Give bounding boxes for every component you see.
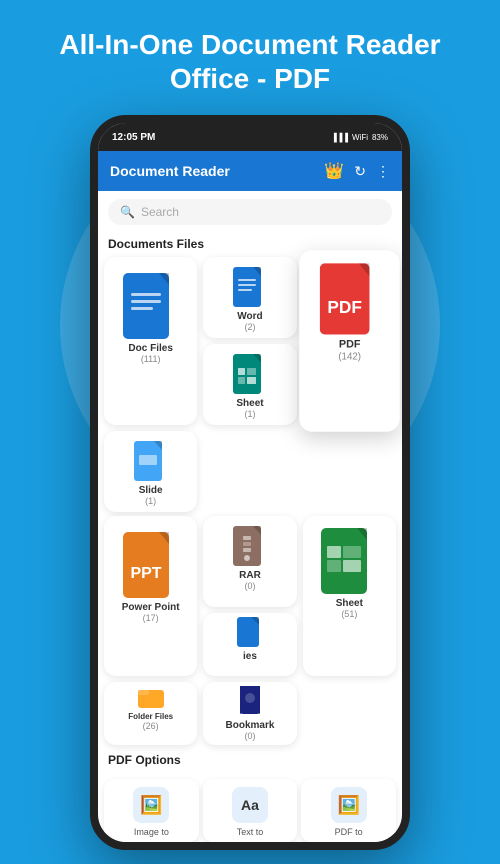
word-card[interactable]: Word (2) xyxy=(203,257,296,338)
sheet-small-icon xyxy=(233,354,267,394)
rar-count: (0) xyxy=(244,581,255,591)
pdf-file-icon: PDF xyxy=(319,263,379,334)
text-to-label: Text to xyxy=(237,827,264,837)
ies-card[interactable]: ies xyxy=(203,613,296,676)
status-bar: 12:05 PM ▐▐▐ WiFi 83% xyxy=(98,123,402,151)
app-title: Document Reader xyxy=(110,163,230,179)
sheet-small-count: (1) xyxy=(244,409,255,419)
signal-icon: ▐▐▐ xyxy=(331,133,348,142)
folder-label: Folder Files xyxy=(128,712,173,721)
slide-label: Slide xyxy=(139,485,163,496)
pdf-to-icon: 🖼️ xyxy=(331,787,367,823)
slide-file-icon xyxy=(134,441,168,481)
more-icon[interactable]: ⋮ xyxy=(376,163,390,180)
folder-count: (26) xyxy=(143,721,159,731)
pdf-card[interactable]: PDF PDF (142) xyxy=(299,250,400,431)
pdf-label: PDF xyxy=(339,339,361,351)
svg-text:PPT: PPT xyxy=(130,565,161,582)
doc-files-label: Doc Files xyxy=(128,343,172,354)
phone-frame: 12:05 PM ▐▐▐ WiFi 83% Document Reader 👑 … xyxy=(90,115,410,850)
phone-container: 12:05 PM ▐▐▐ WiFi 83% Document Reader 👑 … xyxy=(0,115,500,850)
ies-icon xyxy=(237,617,263,647)
search-bar[interactable]: 🔍 Search xyxy=(108,199,392,225)
word-file-icon xyxy=(233,267,267,307)
powerpoint-card[interactable]: PPT Power Point (17) xyxy=(104,516,197,676)
slide-card[interactable]: Slide (1) xyxy=(104,431,197,512)
rar-file-icon xyxy=(233,526,267,566)
word-label: Word xyxy=(237,311,262,322)
text-to-card[interactable]: Aa Text to xyxy=(203,779,298,842)
bookmark-icon xyxy=(238,686,262,716)
status-time: 12:05 PM xyxy=(112,132,155,143)
crown-icon[interactable]: 👑 xyxy=(324,161,344,181)
image-to-label: Image to xyxy=(134,827,169,837)
sheet-large-label: Sheet xyxy=(336,598,363,609)
powerpoint-count: (17) xyxy=(143,613,159,623)
pdf-section-title: PDF Options xyxy=(98,749,402,773)
search-icon: 🔍 xyxy=(120,205,135,219)
wifi-icon: WiFi xyxy=(352,133,368,142)
folder-card[interactable]: Folder Files (26) xyxy=(104,682,197,745)
text-to-icon: Aa xyxy=(232,787,268,823)
battery-icon: 83% xyxy=(372,133,388,142)
svg-text:PDF: PDF xyxy=(327,297,362,317)
sheet-small-label: Sheet xyxy=(236,398,263,409)
sheet-small-card[interactable]: Sheet (1) xyxy=(203,344,296,425)
rar-card[interactable]: RAR (0) xyxy=(203,516,296,607)
ppt-file-icon: PPT xyxy=(123,532,179,598)
header-title: All-In-One Document Reader Office - PDF xyxy=(0,0,500,115)
image-to-icon: 🖼️ xyxy=(133,787,169,823)
status-icons: ▐▐▐ WiFi 83% xyxy=(331,133,388,142)
app-bar-icons: 👑 ↻ ⋮ xyxy=(324,161,390,181)
ies-label: ies xyxy=(243,651,257,662)
powerpoint-label: Power Point xyxy=(122,602,180,613)
search-placeholder: Search xyxy=(141,205,179,219)
pdf-options-row: 🖼️ Image to Aa Text to 🖼️ PDF to xyxy=(98,773,402,842)
sheet-large-count: (51) xyxy=(341,609,357,619)
page-wrapper: All-In-One Document Reader Office - PDF … xyxy=(0,0,500,850)
pdf-count: (142) xyxy=(338,351,361,362)
sheet-large-icon xyxy=(321,528,377,594)
folder-icon xyxy=(138,686,164,708)
pdf-to-label: PDF to xyxy=(335,827,363,837)
slide-count: (1) xyxy=(145,496,156,506)
doc-files-card[interactable]: Doc Files (111) xyxy=(104,257,197,425)
doc-file-icon xyxy=(123,273,179,339)
image-to-card[interactable]: 🖼️ Image to xyxy=(104,779,199,842)
sheet-large-card[interactable]: Sheet (51) xyxy=(303,516,396,676)
refresh-icon[interactable]: ↻ xyxy=(354,163,366,180)
rar-label: RAR xyxy=(239,570,261,581)
pdf-to-card[interactable]: 🖼️ PDF to xyxy=(301,779,396,842)
bookmark-count: (0) xyxy=(244,731,255,741)
doc-files-count: (111) xyxy=(141,354,161,364)
bookmark-card[interactable]: Bookmark (0) xyxy=(203,682,296,745)
word-count: (2) xyxy=(244,322,255,332)
app-bar: Document Reader 👑 ↻ ⋮ xyxy=(98,151,402,191)
bookmark-label: Bookmark xyxy=(226,720,275,731)
